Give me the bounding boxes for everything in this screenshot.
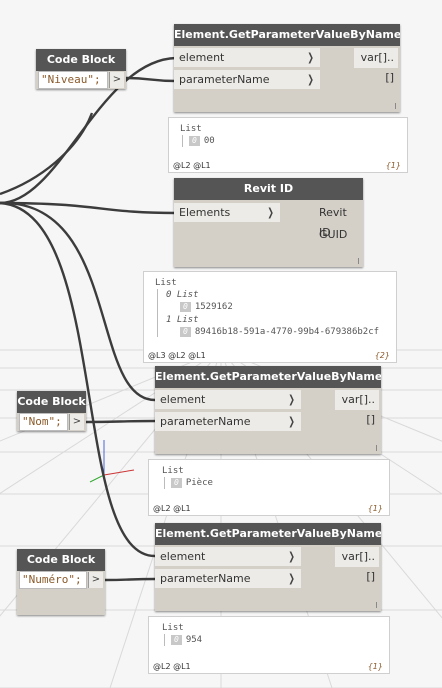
axis-x-line xyxy=(103,469,135,476)
port-label: parameterName xyxy=(179,73,270,86)
preview-bubble-1: List 0 00 @L2 @L1 {1} xyxy=(168,117,408,173)
port-label: element xyxy=(160,550,206,563)
chevron-right-icon: ❯ xyxy=(288,415,295,428)
code-block-title: Code Block xyxy=(36,49,126,71)
code-input-nom[interactable]: "Nom"; xyxy=(19,413,68,431)
chevron-right-icon: ❯ xyxy=(288,550,295,563)
get-parameter-node-3[interactable]: Element.GetParameterValueByName element … xyxy=(155,523,381,611)
get-parameter-node-1[interactable]: Element.GetParameterValueByName element … xyxy=(174,24,400,112)
code-block-nom[interactable]: Code Block "Nom"; > xyxy=(17,391,86,431)
output-port-var[interactable]: var[]..[] xyxy=(335,547,379,583)
tree-line-icon xyxy=(157,289,158,337)
code-block-output-port[interactable]: > xyxy=(69,414,84,430)
preview-bubble-2: List 0 List 0 1529162 1 List 0 89416b18-59… xyxy=(143,271,397,363)
node-title: Element.GetParameterValueByName xyxy=(155,366,381,388)
graph-canvas[interactable]: Code Block "Niveau"; > Element.GetParame… xyxy=(0,0,442,688)
output-port-var[interactable]: var[]..[] xyxy=(335,390,379,426)
code-input-numero[interactable]: "Numéro"; xyxy=(19,571,87,589)
input-port-parameter-name[interactable]: parameterName ❯ xyxy=(174,70,320,90)
preview-item: 0 00 xyxy=(189,136,215,146)
input-port-element[interactable]: element ❯ xyxy=(174,48,320,68)
port-label: element xyxy=(160,393,206,406)
port-label: element xyxy=(179,51,225,64)
code-input-niveau[interactable]: "Niveau"; xyxy=(38,71,108,89)
input-port-parameter-name[interactable]: parameterName ❯ xyxy=(155,569,301,589)
output-port-var[interactable]: var[]..[] xyxy=(354,48,398,84)
preview-bubble-3: List 0 Pièce @L2 @L1 {1} xyxy=(148,459,390,516)
tree-line-icon xyxy=(182,135,183,147)
code-block-title: Code Block xyxy=(17,549,105,571)
preview-item: 0 1529162 xyxy=(180,302,233,312)
port-label: parameterName xyxy=(160,572,251,585)
input-port-parameter-name[interactable]: parameterName ❯ xyxy=(155,412,301,432)
input-port-elements[interactable]: Elements ❯ xyxy=(174,203,280,223)
node-title: Element.GetParameterValueByName xyxy=(174,24,400,46)
preview-footer: @L3 @L2 @L1 {2} xyxy=(148,351,390,360)
code-block-title: Code Block xyxy=(17,391,86,413)
code-block-output-port[interactable]: > xyxy=(109,72,124,88)
code-block-numero[interactable]: Code Block "Numéro"; > xyxy=(17,549,105,615)
preview-sublist-label: 0 List xyxy=(166,290,199,300)
preview-footer: @L2 @L1 {1} xyxy=(153,662,383,671)
chevron-right-icon: ❯ xyxy=(307,51,314,64)
axis-y-line xyxy=(89,474,105,483)
resize-grip[interactable] xyxy=(376,445,377,451)
resize-grip[interactable] xyxy=(376,602,377,608)
get-parameter-node-2[interactable]: Element.GetParameterValueByName element … xyxy=(155,366,381,454)
preview-footer: @L2 @L1 {1} xyxy=(153,504,383,513)
preview-item: 0 Pièce xyxy=(171,478,213,488)
code-block-niveau[interactable]: Code Block "Niveau"; > xyxy=(36,49,126,89)
resize-grip[interactable] xyxy=(395,103,396,109)
preview-list-label: List xyxy=(162,623,184,633)
preview-footer: @L2 @L1 {1} xyxy=(173,161,401,170)
preview-list-label: List xyxy=(162,466,184,476)
revit-id-node[interactable]: Revit ID Elements ❯ Revit ID GUID xyxy=(174,178,363,267)
tree-line-icon xyxy=(164,634,165,646)
preview-list-label: List xyxy=(180,124,202,134)
input-port-element[interactable]: element ❯ xyxy=(155,390,301,410)
code-block-output-port[interactable]: > xyxy=(88,572,103,588)
output-port-revit-id[interactable]: Revit ID xyxy=(315,203,363,239)
node-title: Element.GetParameterValueByName xyxy=(155,523,381,545)
input-port-element[interactable]: element ❯ xyxy=(155,547,301,567)
preview-item: 0 89416b18-591a-4770-99b4-679386b2cf xyxy=(180,327,379,337)
chevron-right-icon: ❯ xyxy=(288,572,295,585)
chevron-right-icon: ❯ xyxy=(267,206,274,219)
node-title: Revit ID xyxy=(174,178,363,200)
preview-item: 0 954 xyxy=(171,635,202,645)
tree-line-icon xyxy=(164,477,165,489)
chevron-right-icon: ❯ xyxy=(307,73,314,86)
preview-bubble-4: List 0 954 @L2 @L1 {1} xyxy=(148,616,390,674)
port-label: parameterName xyxy=(160,415,251,428)
preview-sublist-label: 1 List xyxy=(166,315,199,325)
resize-grip[interactable] xyxy=(358,258,359,264)
preview-list-label: List xyxy=(155,278,177,288)
output-port-guid[interactable]: GUID xyxy=(315,225,351,245)
chevron-right-icon: ❯ xyxy=(288,393,295,406)
port-label: Elements xyxy=(179,206,231,219)
